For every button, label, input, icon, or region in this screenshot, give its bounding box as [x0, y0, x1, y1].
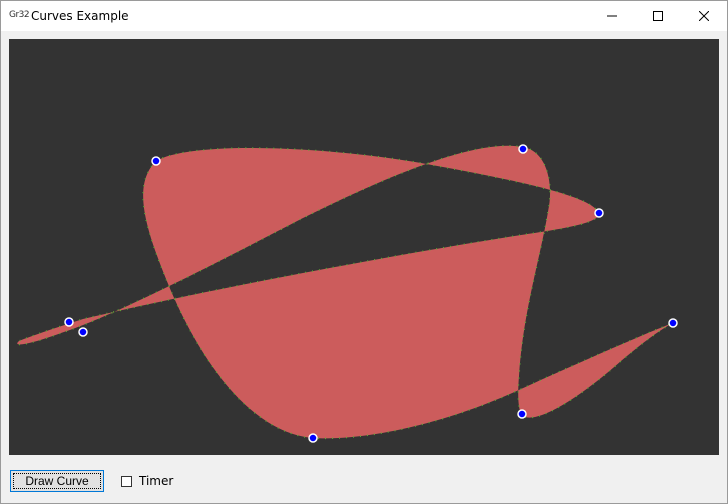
control-point: [517, 409, 527, 419]
control-point: [78, 327, 88, 337]
app-icon: Gr32: [9, 10, 30, 20]
curve-canvas[interactable]: [9, 39, 719, 455]
timer-checkbox[interactable]: [121, 476, 132, 487]
minimize-icon: [607, 15, 617, 17]
control-point: [64, 317, 74, 327]
curve-shape: [16, 144, 674, 440]
timer-label[interactable]: Timer: [139, 474, 173, 488]
control-point: [594, 208, 604, 218]
title-bar[interactable]: Gr32 Curves Example: [1, 1, 727, 31]
control-point: [668, 318, 678, 328]
curve-drawing: [16, 144, 678, 443]
window-title: Curves Example: [31, 9, 129, 23]
close-icon: [699, 11, 709, 21]
app-window: Gr32 Curves Example Draw Curve Timer: [0, 0, 728, 504]
close-button[interactable]: [681, 1, 727, 31]
maximize-icon: [653, 11, 663, 21]
control-point: [308, 433, 318, 443]
minimize-button[interactable]: [589, 1, 635, 31]
maximize-button[interactable]: [635, 1, 681, 31]
draw-curve-button[interactable]: Draw Curve: [10, 470, 104, 492]
control-point: [518, 144, 528, 154]
control-point: [151, 156, 161, 166]
